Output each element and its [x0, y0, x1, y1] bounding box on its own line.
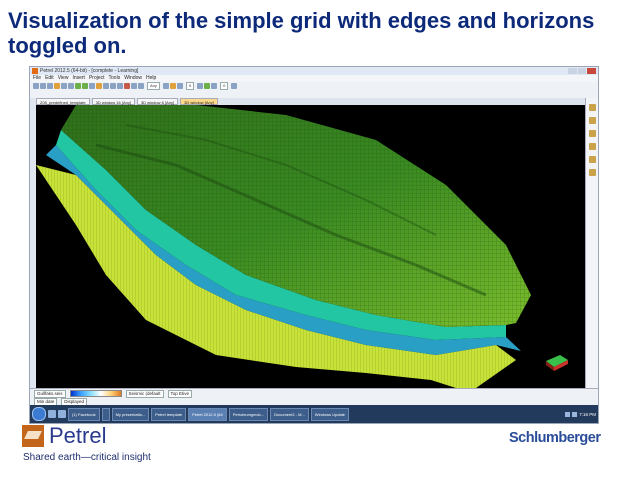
pick-icon[interactable] [124, 83, 130, 89]
system-tray: 7:16 PM [565, 411, 598, 417]
filter-icon[interactable] [162, 83, 169, 89]
start-orb-icon[interactable] [32, 407, 46, 421]
taskbar-item-folder[interactable] [101, 407, 110, 421]
3d-viewport[interactable] [36, 105, 585, 388]
grid-icon[interactable] [197, 83, 204, 89]
taskbar-item-geology[interactable]: Petroleumgeolo... [228, 407, 269, 421]
copy-icon[interactable] [61, 83, 67, 89]
menu-project[interactable]: Project [89, 75, 105, 82]
light-icon[interactable] [96, 83, 102, 89]
taskbar-item-petrel[interactable]: Petrel 2012.5 (64 [188, 407, 227, 421]
tab-3d-window-6[interactable]: 3D window 6 [Any] [136, 98, 179, 105]
grid-scene [36, 105, 568, 388]
scale-dropdown[interactable]: 9 [185, 82, 195, 90]
taskbar-item-template[interactable]: Petrel template [151, 407, 187, 421]
secondary-toolbar [30, 90, 598, 98]
camera-icon[interactable] [588, 156, 596, 163]
maximize-button[interactable] [577, 68, 587, 74]
open-icon[interactable] [40, 83, 46, 89]
menu-help[interactable]: Help [146, 75, 156, 82]
light-icon[interactable] [588, 143, 596, 150]
windows-taskbar: (1) Facebook My presentatio... Petrel te… [30, 405, 598, 423]
new-icon[interactable] [33, 83, 39, 89]
taskbar-item-update[interactable]: Windows Update [310, 407, 350, 421]
taskbar-item-document[interactable]: Document2 - M... [270, 407, 309, 421]
main-toolbar: Any 9 0 [30, 82, 598, 90]
clock: 7:16 PM [579, 411, 596, 417]
window-controls[interactable] [568, 68, 597, 74]
close-button[interactable] [587, 68, 597, 74]
paste-icon[interactable] [68, 83, 74, 89]
tagline: Shared earth—critical insight [23, 452, 151, 463]
menu-tools[interactable]: Tools [109, 75, 121, 82]
volume-icon[interactable] [572, 411, 578, 417]
right-dock-panel [585, 98, 598, 410]
menu-insert[interactable]: Insert [72, 75, 85, 82]
settings-icon[interactable] [588, 104, 596, 111]
redo-icon[interactable] [82, 83, 88, 89]
tab-3d-window[interactable]: 3D window [Any] [180, 98, 218, 105]
tab-3d-window-16[interactable]: 3D window 16 [Any] [91, 98, 135, 105]
taskbar-item-presentation[interactable]: My presentatio... [111, 407, 150, 421]
view-icon[interactable] [89, 83, 95, 89]
seismic-template-field[interactable]: Seismic (default [125, 389, 164, 398]
tab-template[interactable]: Z05_predefined_template [36, 98, 90, 105]
petrel-window-screenshot: Petrel 2012.5 (64-bit) - [complete - Lea… [29, 66, 599, 424]
camera-icon[interactable] [176, 83, 183, 89]
view-icon[interactable] [588, 130, 596, 137]
menu-bar: File Edit View Insert Project Tools Wind… [30, 75, 598, 82]
bottom-panel: Gullfaks.seis Seismic (default Top Etive… [30, 388, 598, 406]
zoom-icon[interactable] [103, 83, 109, 89]
pan-icon[interactable] [110, 83, 116, 89]
quick-launch-folder-icon[interactable] [58, 410, 66, 418]
petrel-wordmark: Petrel [49, 423, 107, 448]
network-icon[interactable] [565, 411, 571, 417]
well-icon[interactable] [211, 83, 218, 89]
menu-file[interactable]: File [33, 75, 41, 82]
window-tabs: Z05_predefined_template 3D window 16 [An… [36, 98, 588, 105]
window-title: Petrel 2012.5 (64-bit) - [complete - Lea… [40, 68, 139, 74]
seismic-cube-field[interactable]: Gullfaks.seis [34, 389, 66, 398]
petrel-app-icon [32, 68, 38, 74]
petrel-logo-icon [22, 425, 44, 447]
cut-icon[interactable] [54, 83, 60, 89]
bottom-row-2: Min date Displayed [34, 397, 88, 406]
grid-icon[interactable] [588, 169, 596, 176]
undo-icon[interactable] [75, 83, 81, 89]
select-icon[interactable] [131, 83, 137, 89]
menu-view[interactable]: View [58, 75, 69, 82]
taskbar-item-facebook[interactable]: (1) Facebook [68, 407, 100, 421]
quick-launch-ie-icon[interactable] [48, 410, 56, 418]
offset-dropdown[interactable]: 0 [220, 82, 229, 90]
save-icon[interactable] [47, 83, 53, 89]
colorbar [69, 390, 122, 397]
axis-marker [546, 355, 568, 371]
play-icon[interactable] [169, 83, 176, 89]
horizon-icon[interactable] [204, 83, 211, 89]
petrel-logo: Petrel Shared earth—critical insight [22, 423, 162, 471]
slide-title: Visualization of the simple grid with ed… [8, 8, 595, 58]
schlumberger-logo: Schlumberger [509, 430, 601, 446]
menu-edit[interactable]: Edit [45, 75, 54, 82]
filter-icon[interactable] [588, 117, 596, 124]
measure-icon[interactable] [138, 83, 144, 89]
domain-dropdown[interactable]: Any [147, 82, 160, 90]
settings-icon[interactable] [231, 83, 238, 89]
rotate-icon[interactable] [117, 83, 123, 89]
bottom-row-1: Gullfaks.seis Seismic (default Top Etive [34, 389, 193, 398]
minimize-button[interactable] [568, 68, 577, 74]
menu-window[interactable]: Window [124, 75, 142, 82]
window-titlebar: Petrel 2012.5 (64-bit) - [complete - Lea… [30, 67, 598, 75]
surface-field[interactable]: Top Etive [167, 389, 193, 398]
